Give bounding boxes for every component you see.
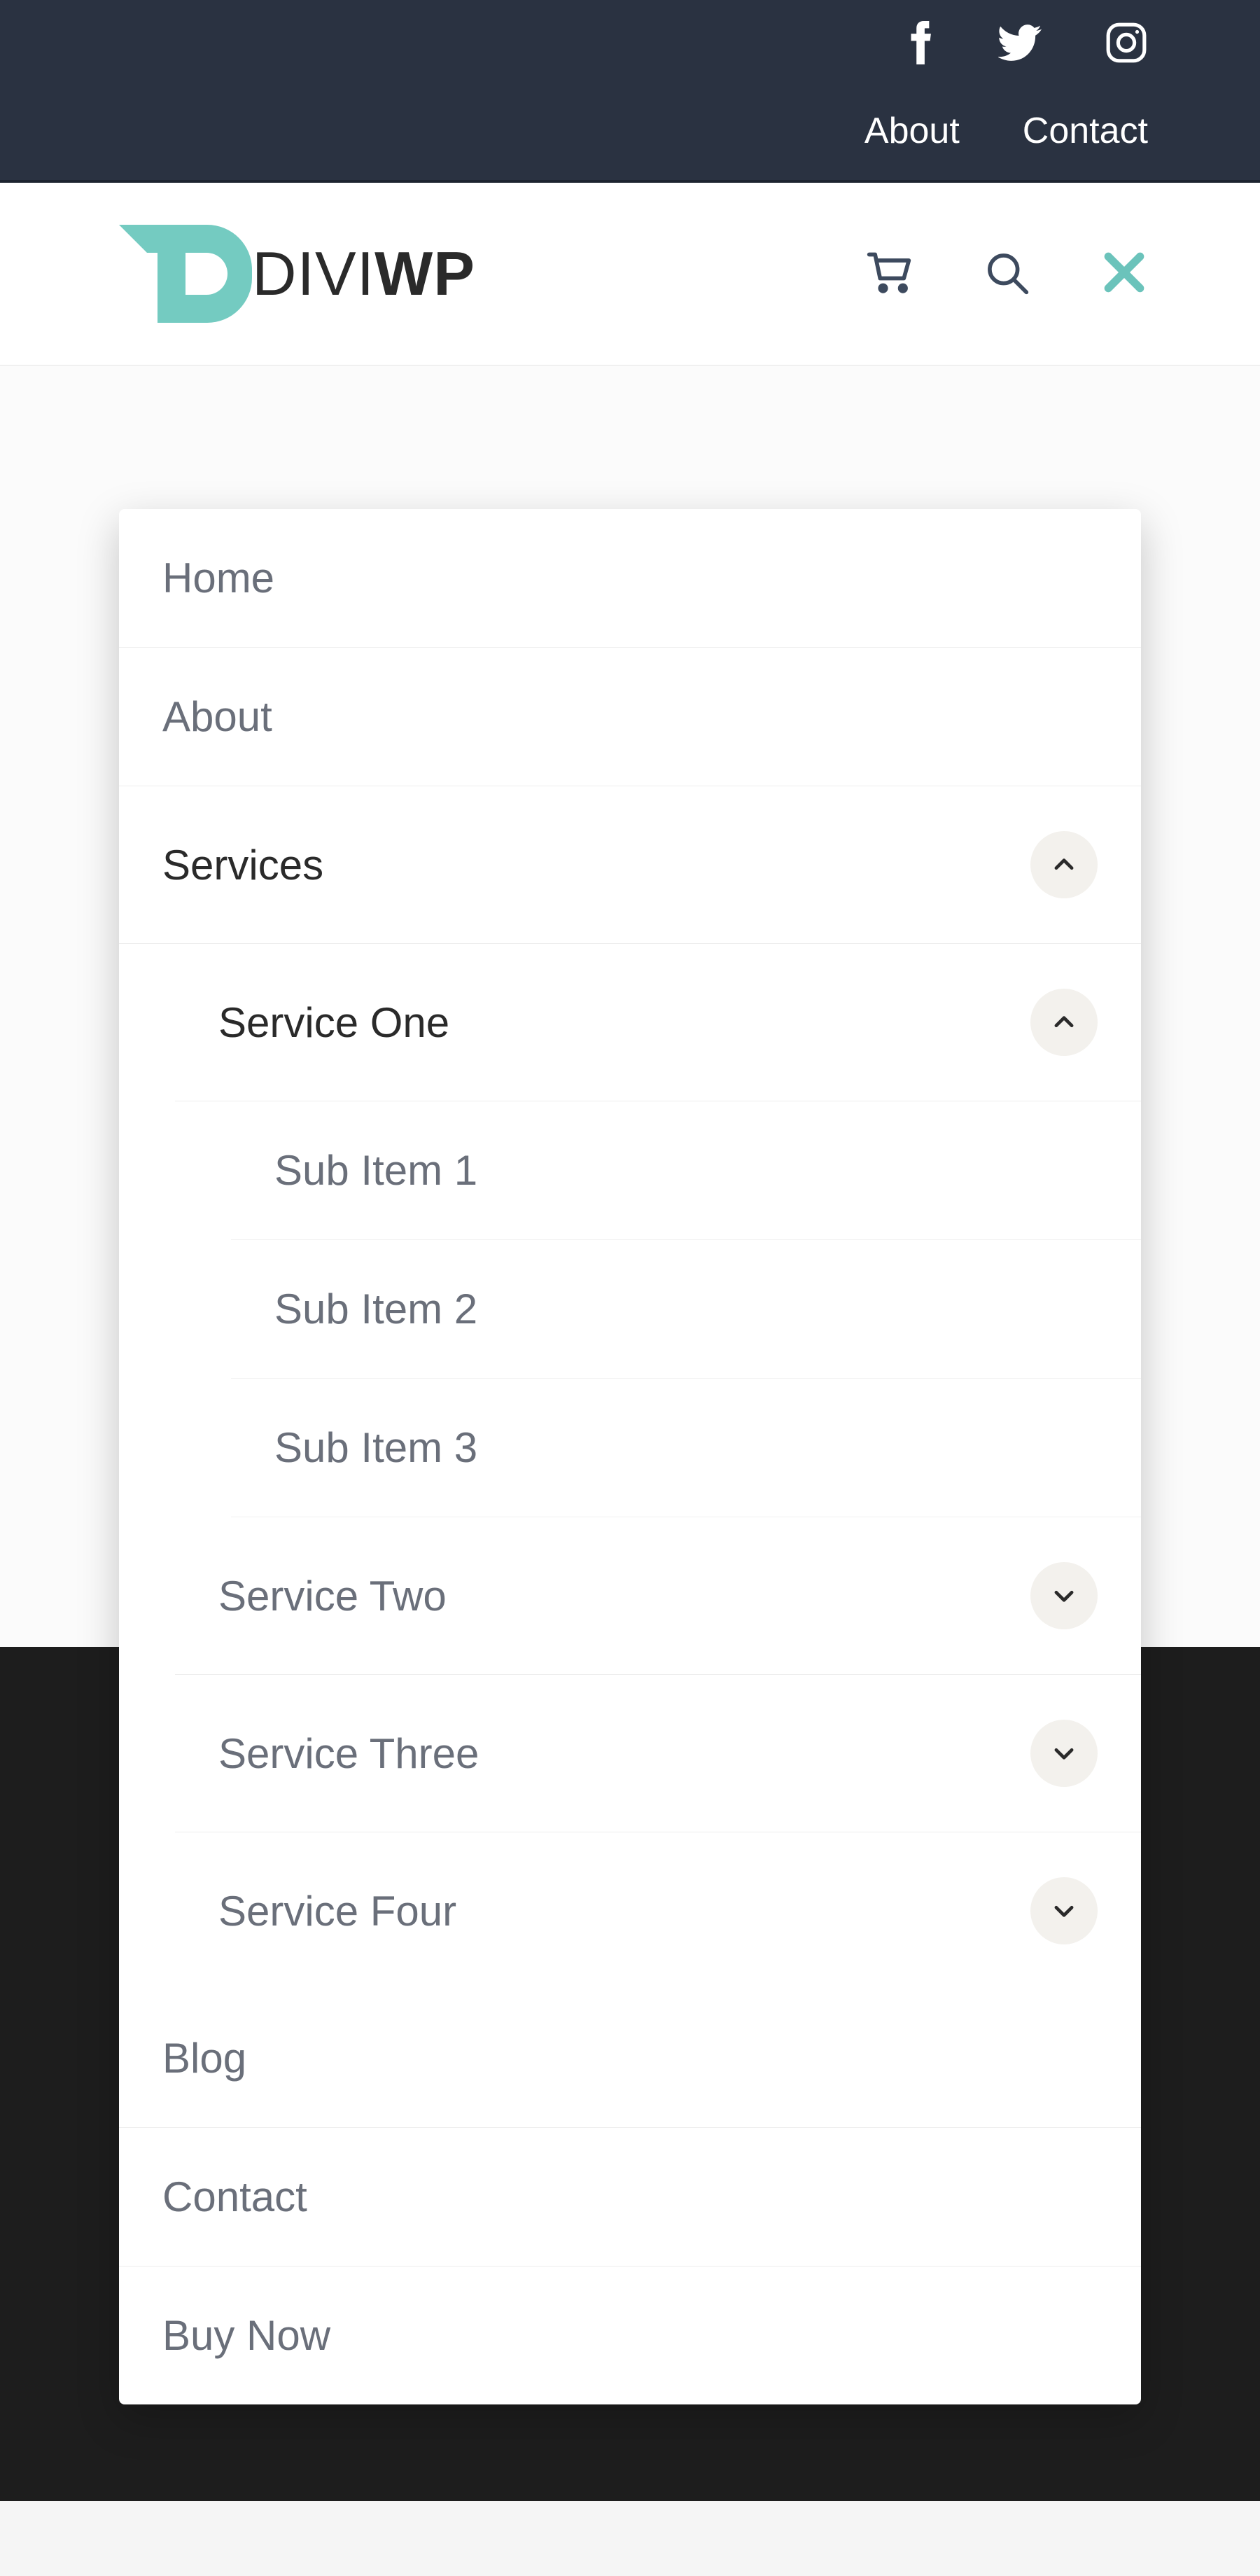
menu-item-services[interactable]: Services [119, 786, 1141, 944]
menu-item-contact[interactable]: Contact [119, 2128, 1141, 2267]
logo-text-bold: WP [374, 238, 475, 309]
cart-icon[interactable] [865, 249, 913, 300]
submenu-service-one: Sub Item 1 Sub Item 2 Sub Item 3 [231, 1101, 1141, 1517]
menu-label: Buy Now [162, 2311, 330, 2360]
menu-item-sub-2[interactable]: Sub Item 2 [231, 1240, 1141, 1379]
chevron-down-icon[interactable] [1030, 1720, 1098, 1787]
menu-label: Sub Item 1 [274, 1146, 477, 1195]
menu-label: Blog [162, 2034, 246, 2082]
topbar-link-about[interactable]: About [864, 110, 960, 152]
menu-label: Service One [218, 998, 449, 1047]
menu-item-service-one[interactable]: Service One [175, 944, 1141, 1101]
menu-label: Services [162, 841, 323, 889]
topbar-links: About Contact [864, 110, 1148, 152]
close-icon[interactable] [1100, 249, 1148, 300]
menu-label: Sub Item 2 [274, 1285, 477, 1333]
topbar-link-contact[interactable]: Contact [1023, 110, 1148, 152]
menu-item-sub-3[interactable]: Sub Item 3 [231, 1379, 1141, 1517]
page-body: Home About Services Service One Sub Item… [0, 365, 1260, 2501]
menu-label: About [162, 692, 272, 741]
menu-item-service-two[interactable]: Service Two [175, 1517, 1141, 1675]
chevron-up-icon[interactable] [1030, 831, 1098, 898]
logo-text-thin: DIVI [252, 238, 374, 309]
menu-item-about[interactable]: About [119, 648, 1141, 786]
chevron-up-icon[interactable] [1030, 989, 1098, 1056]
top-bar: About Contact [0, 0, 1260, 183]
facebook-icon[interactable] [909, 21, 935, 68]
logo[interactable]: DIVIWP [119, 225, 475, 323]
instagram-icon[interactable] [1105, 21, 1148, 68]
menu-item-sub-1[interactable]: Sub Item 1 [231, 1101, 1141, 1240]
menu-label: Home [162, 554, 274, 602]
submenu-services: Service One Sub Item 1 Sub Item 2 Sub It… [175, 944, 1141, 1989]
menu-item-buy-now[interactable]: Buy Now [119, 2267, 1141, 2404]
menu-label: Sub Item 3 [274, 1423, 477, 1472]
header-bar: DIVIWP [0, 183, 1260, 365]
menu-label: Contact [162, 2173, 307, 2221]
menu-item-service-three[interactable]: Service Three [175, 1675, 1141, 1832]
mobile-menu: Home About Services Service One Sub Item… [119, 509, 1141, 2404]
menu-label: Service Two [218, 1572, 447, 1620]
logo-text: DIVIWP [252, 238, 475, 309]
header-actions [865, 249, 1148, 300]
chevron-down-icon[interactable] [1030, 1877, 1098, 1944]
menu-item-blog[interactable]: Blog [119, 1989, 1141, 2128]
logo-mark-icon [119, 225, 252, 323]
twitter-icon[interactable] [998, 21, 1042, 68]
menu-item-home[interactable]: Home [119, 509, 1141, 648]
social-row [909, 21, 1148, 68]
menu-item-service-four[interactable]: Service Four [175, 1832, 1141, 1989]
menu-label: Service Four [218, 1887, 456, 1935]
menu-label: Service Three [218, 1729, 479, 1778]
search-icon[interactable] [983, 249, 1030, 300]
chevron-down-icon[interactable] [1030, 1562, 1098, 1629]
